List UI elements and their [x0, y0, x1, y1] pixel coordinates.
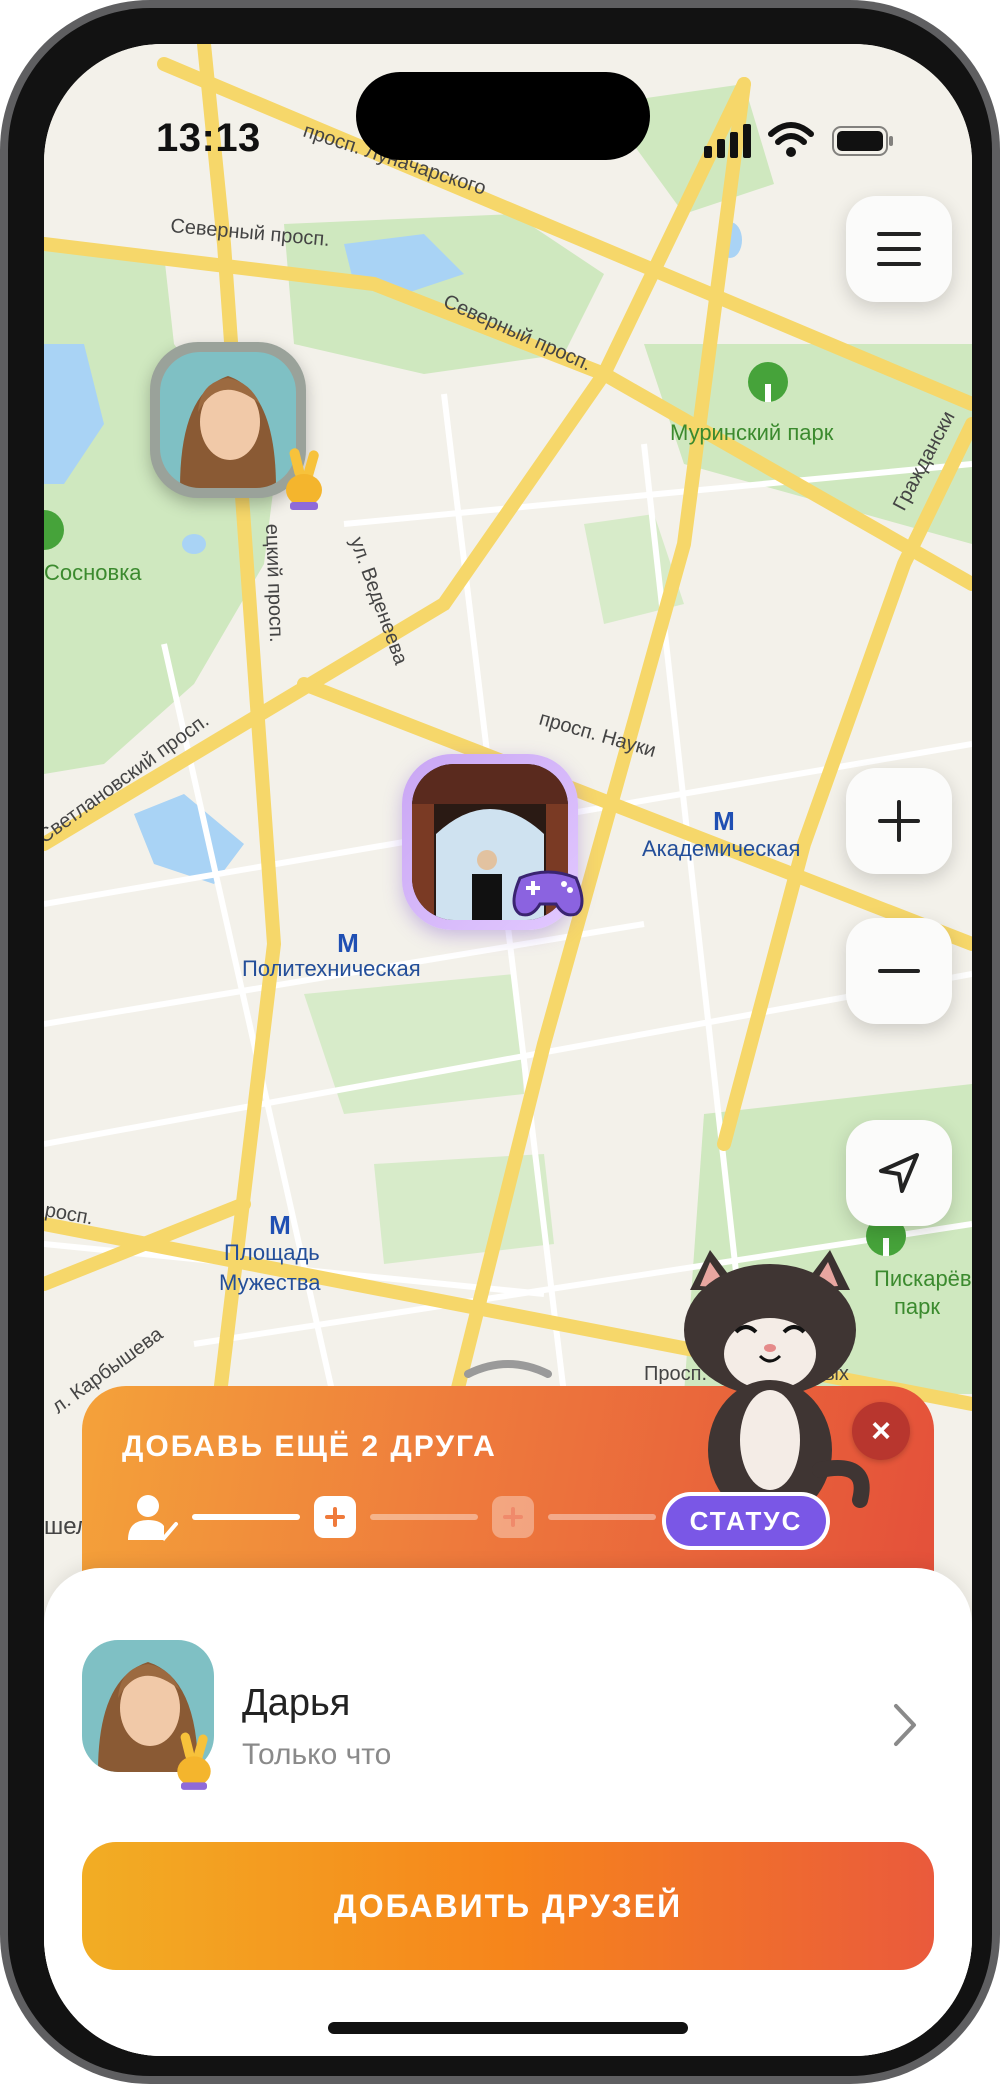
metro-label: Политехническая — [242, 956, 421, 981]
progress-step-add[interactable] — [314, 1496, 356, 1538]
metro-m-icon: M — [337, 928, 359, 958]
water — [182, 534, 206, 554]
metro-label: Мужества — [219, 1270, 321, 1295]
battery-icon — [832, 126, 893, 156]
chevron-right-icon[interactable] — [890, 1700, 920, 1750]
phone-bezel: просп. Луначарского Северный просп. Севе… — [8, 8, 992, 2076]
add-friends-button[interactable]: ДОБАВИТЬ ДРУЗЕЙ — [82, 1842, 934, 1970]
svg-text:M: M — [269, 1210, 291, 1240]
metro-label: Площадь — [224, 1240, 320, 1265]
user-check-icon — [128, 1495, 178, 1541]
dynamic-island — [356, 72, 650, 160]
gamepad-icon — [512, 870, 584, 917]
bottom-sheet: Дарья Только что ДОБАВИТЬ ДРУЗЕЙ — [44, 1568, 972, 2056]
metro-label: Академическая — [642, 836, 800, 861]
plus-icon — [503, 1507, 523, 1527]
close-banner-button[interactable]: × — [852, 1402, 910, 1460]
plus-icon — [878, 800, 920, 842]
victory-hand-icon — [286, 448, 322, 510]
status-time: 13:13 — [156, 116, 261, 160]
banner-title: ДОБАВЬ ЕЩЁ 2 ДРУГА — [122, 1430, 497, 1463]
cellular-signal-icon — [704, 124, 751, 158]
progress-step-add[interactable] — [492, 1496, 534, 1538]
svg-text:M: M — [337, 928, 359, 958]
progress-segment-filled — [192, 1514, 300, 1520]
zoom-in-button[interactable] — [846, 768, 952, 874]
park-label: Пискарёвский — [874, 1266, 972, 1291]
zoom-out-button[interactable] — [846, 918, 952, 1024]
plus-icon — [325, 1507, 345, 1527]
street-label: ецкий просп. — [261, 523, 287, 642]
progress-segment-empty — [370, 1514, 478, 1520]
screen: просп. Луначарского Северный просп. Севе… — [44, 44, 972, 2056]
cat-mascot-icon — [684, 1250, 870, 1510]
locate-me-button[interactable] — [846, 1120, 952, 1226]
tree-icon — [748, 362, 788, 402]
svg-text:M: M — [713, 806, 735, 836]
minus-icon — [878, 969, 920, 973]
park-label: парк — [894, 1294, 940, 1319]
park-label: Сосновка — [44, 560, 142, 585]
metro-m-icon: M — [269, 1210, 291, 1240]
status-button[interactable]: СТАТУС — [662, 1492, 830, 1550]
victory-hand-icon — [177, 1732, 211, 1790]
metro-m-icon: M — [713, 806, 735, 836]
progress-segment-empty — [548, 1514, 656, 1520]
navigation-arrow-icon — [879, 1153, 919, 1193]
phone-frame: просп. Луначарского Северный просп. Севе… — [0, 0, 1000, 2084]
friend-name[interactable]: Дарья — [242, 1682, 350, 1725]
park-label: Муринский парк — [670, 420, 834, 445]
menu-button[interactable] — [846, 196, 952, 302]
friend-last-seen: Только что — [242, 1738, 392, 1771]
hamburger-icon — [877, 232, 921, 266]
home-indicator[interactable] — [328, 2022, 688, 2034]
wifi-icon — [768, 122, 814, 157]
